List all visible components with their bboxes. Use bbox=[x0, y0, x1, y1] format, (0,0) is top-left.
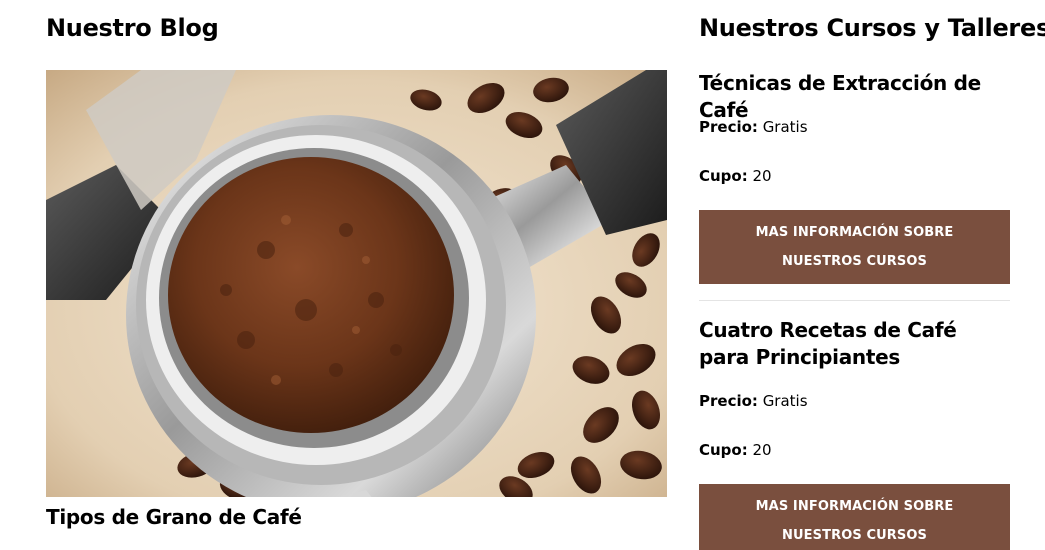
blog-post-title[interactable]: Tipos de Grano de Café bbox=[46, 505, 302, 529]
quota-label: Cupo: bbox=[699, 167, 748, 185]
quota-label: Cupo: bbox=[699, 441, 748, 459]
page: Nuestro Blog Tipos de Grano de Café Nues… bbox=[0, 0, 1045, 550]
more-info-button[interactable]: MAS INFORMACIÓN SOBRE NUESTROS CURSOS bbox=[699, 484, 1010, 550]
quota-value: 20 bbox=[752, 167, 772, 185]
price-value: Gratis bbox=[762, 392, 808, 410]
course-quota: Cupo: 20 bbox=[699, 441, 772, 459]
more-info-button[interactable]: MAS INFORMACIÓN SOBRE NUESTROS CURSOS bbox=[699, 210, 1010, 284]
course-card: Cuatro Recetas de Café para Principiante… bbox=[699, 317, 1010, 550]
price-value: Gratis bbox=[762, 118, 808, 136]
price-label: Precio: bbox=[699, 118, 758, 136]
blog-heading: Nuestro Blog bbox=[46, 14, 219, 42]
course-price: Precio: Gratis bbox=[699, 392, 808, 410]
courses-heading: Nuestros Cursos y Talleres bbox=[699, 14, 1045, 42]
quota-value: 20 bbox=[752, 441, 772, 459]
course-price: Precio: Gratis bbox=[699, 118, 808, 136]
coffee-portafilter-photo bbox=[46, 70, 667, 497]
blog-post-image[interactable] bbox=[46, 70, 667, 497]
course-title: Cuatro Recetas de Café para Principiante… bbox=[699, 318, 957, 369]
course-card: Técnicas de Extracción de Café Precio: G… bbox=[699, 70, 1010, 284]
price-label: Precio: bbox=[699, 392, 758, 410]
course-quota: Cupo: 20 bbox=[699, 167, 772, 185]
course-divider bbox=[699, 300, 1010, 301]
course-title: Técnicas de Extracción de Café bbox=[699, 71, 981, 122]
